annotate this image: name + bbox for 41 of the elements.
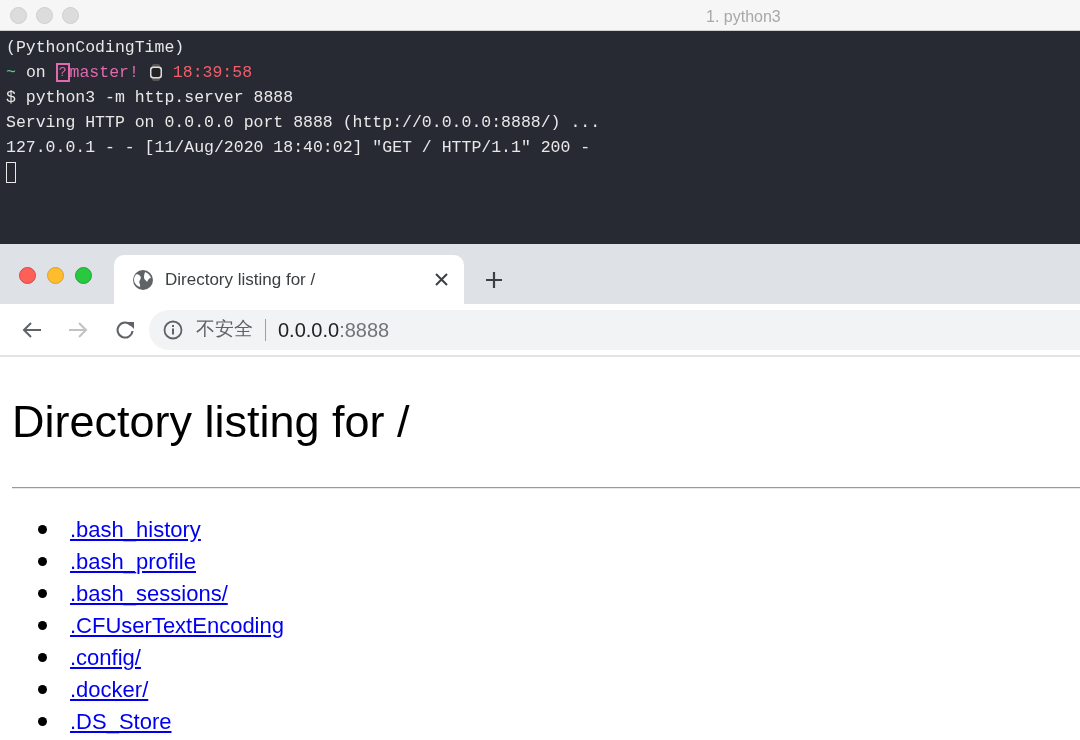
reload-icon[interactable] <box>115 319 135 340</box>
url-text: 0.0.0.0:8888 <box>278 317 390 343</box>
terminal-cursor <box>6 162 16 183</box>
browser-zoom-button[interactable] <box>75 267 92 284</box>
git-status-mark: ? <box>55 63 70 82</box>
bullet-icon <box>38 652 47 662</box>
new-tab-icon[interactable] <box>485 271 503 289</box>
page-heading: Directory listing for / <box>12 395 411 449</box>
terminal-line: Serving HTTP on 0.0.0.0 port 8888 (http://0.0.0.0:8888/) ... <box>6 112 601 134</box>
security-label: 不安全 <box>196 317 253 342</box>
prompt-word: on <box>25 62 46 84</box>
file-link[interactable]: .DS_Store <box>70 704 172 738</box>
file-link[interactable]: .CFUserTextEncoding <box>70 608 284 642</box>
git-branch: master! <box>69 62 139 84</box>
browser-tab[interactable]: Directory listing for / <box>114 255 464 304</box>
terminal-line: $ python3 -m http.server 8888 <box>6 87 294 109</box>
bullet-icon <box>38 588 47 598</box>
prompt-time: 18:39:58 <box>172 62 253 84</box>
bullet-icon <box>38 556 47 566</box>
file-link[interactable]: .config/ <box>70 640 141 674</box>
address-bar[interactable]: 不安全 0.0.0.0:8888 <box>149 309 1080 350</box>
close-icon[interactable] <box>435 273 448 286</box>
file-link[interactable]: .bash_profile <box>70 544 196 578</box>
info-icon[interactable] <box>163 319 183 340</box>
window-title: 1. python3 <box>706 7 781 27</box>
terminal-line: 127.0.0.1 - - [11/Aug/2020 18:40:02] "GET / HTTP/1.1" 200 - <box>6 137 591 159</box>
globe-icon <box>132 268 154 291</box>
back-arrow-icon[interactable] <box>22 320 42 339</box>
browser-close-button[interactable] <box>19 267 36 284</box>
bullet-icon <box>38 684 47 694</box>
file-link[interactable]: .bash_history <box>70 512 201 546</box>
file-link[interactable]: .docker/ <box>70 672 149 706</box>
bullet-icon <box>38 620 47 630</box>
bullet-icon <box>38 716 47 726</box>
terminal-line: (PythonCodingTime) <box>6 37 185 59</box>
tab-title: Directory listing for / <box>165 268 317 291</box>
prompt-directory: ~ <box>6 62 16 84</box>
file-link[interactable]: .bash_sessions/ <box>70 576 228 610</box>
watch-icon <box>148 64 163 81</box>
bullet-icon <box>38 524 47 534</box>
browser-minimize-button[interactable] <box>47 267 64 284</box>
